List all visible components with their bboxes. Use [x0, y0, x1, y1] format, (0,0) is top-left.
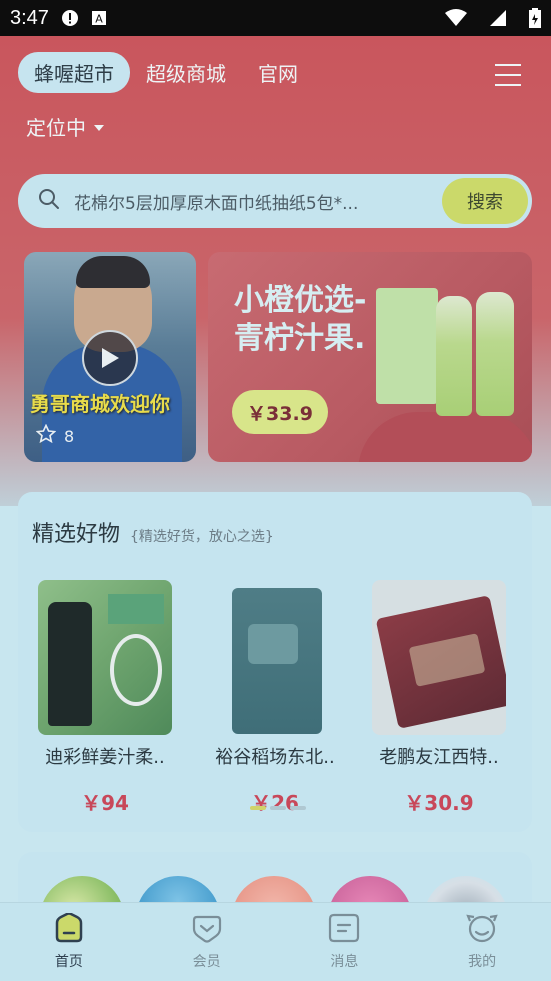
battery-icon — [529, 8, 541, 28]
featured-section: 精选好物 {精选好货，放心之选} 迪彩鲜姜汁柔.. ￥94 裕谷稻场东北.. ￥… — [18, 492, 532, 832]
tab-official-site[interactable]: 官网 — [242, 52, 314, 93]
top-tabs: 蜂喔超市 超级商城 官网 — [18, 52, 314, 93]
wifi-icon — [445, 9, 467, 27]
star-icon — [35, 423, 57, 448]
tab-home[interactable]: 首页 — [0, 903, 138, 981]
tab-home-label: 首页 — [54, 954, 83, 970]
svg-text:A: A — [95, 13, 103, 26]
product-name: 裕谷稻场东北.. — [215, 747, 335, 768]
search-bar[interactable]: 花棉尔5层加厚原木面巾纸抽纸5包*... 搜索 — [18, 174, 532, 228]
carousel-indicator — [250, 806, 306, 810]
promo-price[interactable]: ￥33.9 — [232, 390, 328, 434]
product-image — [208, 580, 342, 735]
featured-subtitle: {精选好货，放心之选} — [130, 529, 274, 545]
promo-title: 小橙优选- 青柠汁果. — [234, 283, 367, 356]
promo-banner[interactable]: 小橙优选- 青柠汁果. ￥33.9 — [208, 252, 532, 462]
member-icon — [191, 913, 223, 947]
product-name: 老鹏友江西特.. — [379, 747, 499, 768]
home-icon — [53, 912, 85, 947]
product-price: ￥94 — [81, 791, 129, 815]
tab-fengwo-supermarket[interactable]: 蜂喔超市 — [18, 52, 130, 93]
location-label: 定位中 — [26, 116, 86, 140]
status-bar: 3:47 A — [0, 0, 551, 36]
alert-icon — [61, 9, 79, 27]
product-card[interactable]: 迪彩鲜姜汁柔.. ￥94 — [30, 580, 180, 816]
bottom-tab-bar: 首页 会员 消息 我的 — [0, 902, 551, 981]
keyboard-a-icon: A — [91, 10, 107, 26]
search-input[interactable]: 花棉尔5层加厚原木面巾纸抽纸5包*... — [74, 189, 404, 214]
product-card[interactable]: 裕谷稻场东北.. ￥26 — [200, 580, 350, 816]
product-image — [372, 580, 506, 735]
product-name: 迪彩鲜姜汁柔.. — [45, 747, 165, 768]
product-image — [38, 580, 172, 735]
featured-title: 精选好物 — [32, 522, 121, 547]
product-bottle-image — [476, 292, 514, 416]
likes-count: 8 — [64, 426, 75, 446]
product-price: ￥30.9 — [404, 791, 474, 815]
tab-profile[interactable]: 我的 — [413, 903, 551, 981]
menu-icon[interactable] — [495, 64, 521, 86]
search-button[interactable]: 搜索 — [442, 178, 528, 224]
video-card[interactable]: 勇哥商城欢迎你 8 — [24, 252, 196, 462]
play-icon[interactable] — [82, 330, 138, 386]
video-title: 勇哥商城欢迎你 — [30, 392, 170, 416]
product-price: ￥26 — [251, 791, 299, 815]
featured-header: 精选好物 {精选好货，放心之选} — [32, 516, 274, 548]
status-time: 3:47 — [10, 6, 49, 29]
tab-messages[interactable]: 消息 — [276, 903, 414, 981]
product-box-image — [376, 288, 438, 404]
caret-down-icon — [94, 124, 104, 131]
tab-profile-label: 我的 — [468, 954, 497, 970]
tab-super-mall[interactable]: 超级商城 — [130, 52, 242, 93]
video-thumbnail-hair — [76, 256, 150, 288]
tab-member-label: 会员 — [192, 954, 221, 970]
app-screen: 蜂喔超市 超级商城 官网 定位中 花棉尔5层加厚原木面巾纸抽纸5包*... 搜索… — [0, 36, 551, 981]
product-podium — [358, 412, 532, 462]
product-card[interactable]: 老鹏友江西特.. ￥30.9 — [364, 580, 514, 816]
tab-member[interactable]: 会员 — [138, 903, 276, 981]
search-icon — [38, 188, 60, 214]
message-icon — [328, 913, 360, 947]
video-likes: 8 — [35, 423, 75, 448]
location-selector[interactable]: 定位中 — [26, 112, 104, 141]
profile-icon — [465, 913, 499, 947]
signal-icon — [489, 9, 507, 27]
tab-messages-label: 消息 — [330, 954, 359, 970]
product-bottle-image — [436, 296, 472, 416]
